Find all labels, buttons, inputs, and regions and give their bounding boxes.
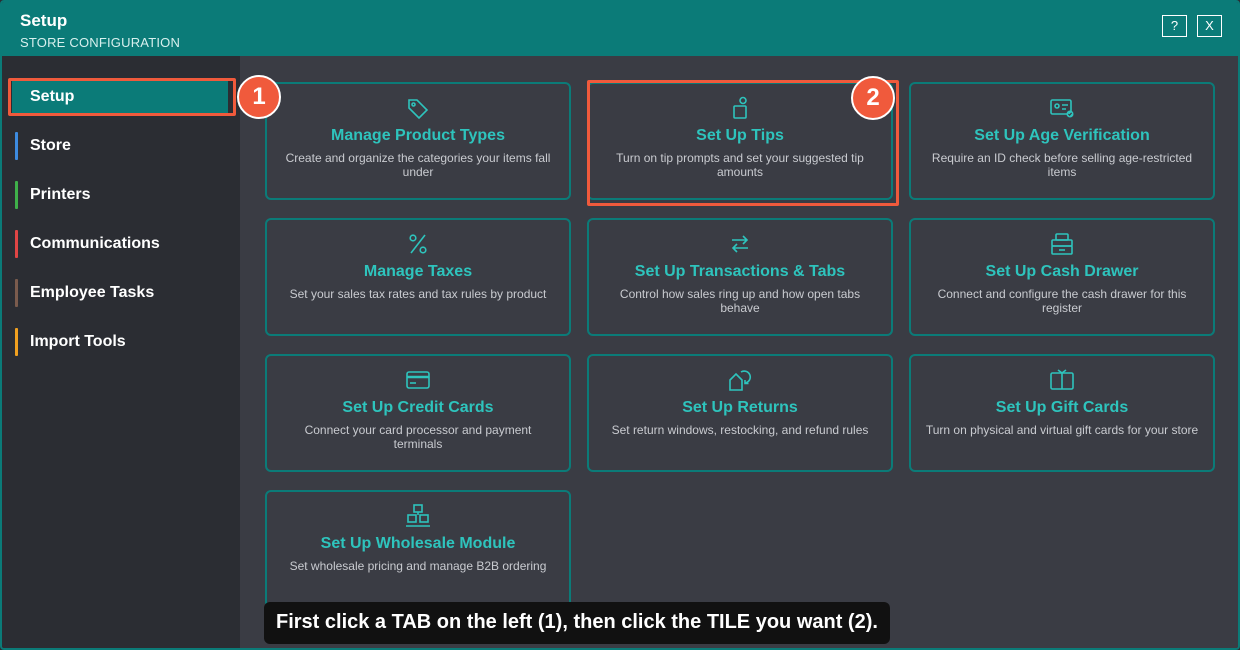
tile-set-up-tips[interactable]: Set Up Tips Turn on tip prompts and set … bbox=[587, 82, 893, 200]
tile-set-up-returns[interactable]: Set Up Returns Set return windows, resto… bbox=[587, 354, 893, 472]
tile-set-up-age-verification[interactable]: Set Up Age Verification Require an ID ch… bbox=[909, 82, 1215, 200]
sidebar-item-printers[interactable]: Printers bbox=[12, 178, 228, 212]
sidebar-item-label: Import Tools bbox=[30, 333, 126, 350]
tile-set-up-cash-drawer[interactable]: Set Up Cash Drawer Connect and configure… bbox=[909, 218, 1215, 336]
close-button[interactable]: X bbox=[1197, 15, 1222, 37]
sidebar-item-label: Communications bbox=[30, 235, 160, 252]
title-bar: Setup STORE CONFIGURATION ? X bbox=[2, 2, 1238, 56]
color-bar bbox=[15, 230, 18, 258]
instruction-caption: First click a TAB on the left (1), then … bbox=[264, 602, 890, 644]
tile-title: Set Up Credit Cards bbox=[342, 399, 494, 416]
credit-card-icon bbox=[405, 368, 431, 392]
swap-arrows-icon bbox=[727, 232, 753, 256]
tile-set-up-gift-cards[interactable]: Set Up Gift Cards Turn on physical and v… bbox=[909, 354, 1215, 472]
color-bar bbox=[15, 132, 18, 160]
tile-manage-product-types[interactable]: Manage Product Types Create and organize… bbox=[265, 82, 571, 200]
sidebar: Setup Store Printers Communications Empl… bbox=[2, 56, 240, 648]
sidebar-item-import-tools[interactable]: Import Tools bbox=[12, 325, 228, 359]
tile-description: Turn on physical and virtual gift cards … bbox=[925, 423, 1199, 437]
window-subtitle: STORE CONFIGURATION bbox=[20, 35, 181, 50]
sidebar-item-label: Setup bbox=[30, 88, 75, 105]
tip-jar-icon bbox=[727, 96, 753, 120]
tile-set-up-credit-cards[interactable]: Set Up Credit Cards Connect your card pr… bbox=[265, 354, 571, 472]
gift-card-icon bbox=[1049, 368, 1075, 392]
tag-icon bbox=[405, 96, 431, 120]
tile-description: Require an ID check before selling age-r… bbox=[931, 151, 1193, 179]
id-card-icon bbox=[1049, 96, 1075, 120]
tile-title: Set Up Tips bbox=[696, 127, 784, 144]
boxes-icon bbox=[405, 504, 431, 528]
setup-window: Setup STORE CONFIGURATION ? X Setup Stor… bbox=[0, 0, 1240, 650]
cash-drawer-icon bbox=[1049, 232, 1075, 256]
color-bar bbox=[15, 181, 18, 209]
tile-description: Connect and configure the cash drawer fo… bbox=[937, 287, 1187, 315]
tile-description: Create and organize the categories your … bbox=[285, 151, 551, 179]
return-icon bbox=[727, 368, 753, 392]
tile-title: Set Up Transactions & Tabs bbox=[634, 263, 846, 280]
tile-title: Manage Product Types bbox=[331, 127, 505, 144]
tile-set-up-transactions-tabs[interactable]: Set Up Transactions & Tabs Control how s… bbox=[587, 218, 893, 336]
color-bar bbox=[15, 328, 18, 356]
sidebar-item-label: Printers bbox=[30, 186, 91, 203]
tile-title: Manage Taxes bbox=[363, 263, 473, 280]
tile-title: Set Up Returns bbox=[682, 399, 798, 416]
tile-description: Set your sales tax rates and tax rules b… bbox=[289, 287, 547, 301]
sidebar-item-employee-tasks[interactable]: Employee Tasks bbox=[12, 276, 228, 310]
tile-description: Set return windows, restocking, and refu… bbox=[611, 423, 869, 437]
step-badge-1: 1 bbox=[237, 75, 281, 119]
sidebar-item-communications[interactable]: Communications bbox=[12, 227, 228, 261]
tile-description: Turn on tip prompts and set your suggest… bbox=[616, 151, 864, 179]
tile-description: Connect your card processor and payment … bbox=[304, 423, 532, 451]
tile-title: Set Up Cash Drawer bbox=[985, 263, 1139, 280]
tile-title: Set Up Age Verification bbox=[974, 127, 1150, 144]
sidebar-item-setup[interactable]: Setup bbox=[12, 80, 228, 114]
tile-description: Set wholesale pricing and manage B2B ord… bbox=[289, 559, 547, 573]
tile-manage-taxes[interactable]: Manage Taxes Set your sales tax rates an… bbox=[265, 218, 571, 336]
tile-description: Control how sales ring up and how open t… bbox=[619, 287, 861, 315]
tile-title: Set Up Wholesale Module bbox=[320, 535, 516, 552]
color-bar bbox=[15, 279, 18, 307]
percent-icon bbox=[405, 232, 431, 256]
sidebar-item-label: Store bbox=[30, 137, 71, 154]
tile-grid: Manage Product Types Create and organize… bbox=[240, 56, 1238, 648]
sidebar-item-store[interactable]: Store bbox=[12, 129, 228, 163]
sidebar-item-label: Employee Tasks bbox=[30, 284, 155, 301]
tile-set-up-wholesale-module[interactable]: Set Up Wholesale Module Set wholesale pr… bbox=[265, 490, 571, 608]
window-title: Setup bbox=[20, 11, 68, 30]
step-badge-2: 2 bbox=[851, 76, 895, 120]
help-button[interactable]: ? bbox=[1162, 15, 1187, 37]
tile-title: Set Up Gift Cards bbox=[995, 399, 1129, 416]
